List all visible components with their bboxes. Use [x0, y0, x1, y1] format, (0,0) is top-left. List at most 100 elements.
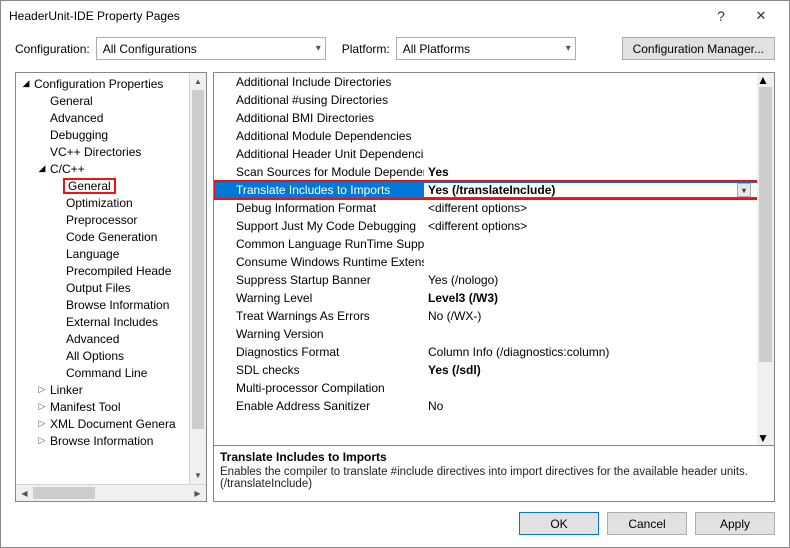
property-row[interactable]: Additional Header Unit Dependencies — [214, 145, 757, 163]
property-row[interactable]: Consume Windows Runtime Extension — [214, 253, 757, 271]
tree-item-label: Manifest Tool — [48, 400, 122, 414]
tree-item-label: Output Files — [64, 281, 133, 295]
property-row[interactable]: Diagnostics FormatColumn Info (/diagnost… — [214, 343, 757, 361]
help-button[interactable]: ? — [701, 8, 741, 24]
tree-item[interactable]: ◢C/C++ — [20, 160, 189, 177]
property-row[interactable]: Warning Version — [214, 325, 757, 343]
dropdown-icon[interactable]: ▾ — [737, 183, 751, 197]
property-row[interactable]: Additional #using Directories — [214, 91, 757, 109]
expand-icon[interactable]: ▷ — [36, 418, 48, 429]
description-text: Enables the compiler to translate #inclu… — [220, 466, 768, 490]
tree-vscrollbar[interactable]: ▲ ▼ — [189, 73, 206, 484]
expand-icon[interactable]: ▷ — [36, 435, 48, 446]
property-value[interactable]: Yes (/sdl) — [424, 363, 757, 377]
tree-item-label: Browse Information — [48, 434, 155, 448]
tree-item[interactable]: Optimization — [20, 194, 189, 211]
expand-icon[interactable]: ▷ — [36, 384, 48, 395]
scroll-left-icon[interactable]: ◀ — [16, 485, 33, 501]
property-row[interactable]: Enable Address SanitizerNo — [214, 397, 757, 415]
expand-icon[interactable]: ◢ — [20, 78, 32, 89]
tree-item-label: Debugging — [48, 128, 110, 142]
platform-combo[interactable]: All Platforms ▾ — [396, 37, 576, 60]
property-value[interactable]: No — [424, 399, 757, 413]
tree-item[interactable]: All Options — [20, 347, 189, 364]
tree-item[interactable]: Preprocessor — [20, 211, 189, 228]
chevron-down-icon: ▾ — [316, 43, 321, 54]
tree-item[interactable]: Precompiled Heade — [20, 262, 189, 279]
scroll-up-icon[interactable]: ▲ — [757, 73, 774, 87]
property-row[interactable]: Warning LevelLevel3 (/W3) — [214, 289, 757, 307]
tree-item[interactable]: VC++ Directories — [20, 143, 189, 160]
property-row[interactable]: Suppress Startup BannerYes (/nologo) — [214, 271, 757, 289]
property-value[interactable]: Level3 (/W3) — [424, 291, 757, 305]
tree-item[interactable]: ▷XML Document Genera — [20, 415, 189, 432]
tree-item[interactable]: General — [20, 92, 189, 109]
window-title: HeaderUnit-IDE Property Pages — [9, 9, 701, 23]
scroll-right-icon[interactable]: ▶ — [189, 485, 206, 501]
expand-icon[interactable]: ▷ — [36, 401, 48, 412]
property-row[interactable]: Additional Module Dependencies — [214, 127, 757, 145]
scroll-down-icon[interactable]: ▼ — [757, 431, 774, 445]
config-label: Configuration: — [15, 42, 90, 56]
tree-item[interactable]: Language — [20, 245, 189, 262]
scroll-down-icon[interactable]: ▼ — [190, 467, 206, 484]
config-manager-button[interactable]: Configuration Manager... — [622, 37, 775, 60]
property-row[interactable]: SDL checksYes (/sdl) — [214, 361, 757, 379]
ok-button[interactable]: OK — [519, 512, 599, 535]
property-row[interactable]: Scan Sources for Module DependenciesYes — [214, 163, 757, 181]
property-value[interactable]: <different options> — [424, 201, 757, 215]
property-name: Translate Includes to Imports — [214, 183, 424, 197]
property-name: Multi-processor Compilation — [214, 381, 424, 395]
property-row[interactable]: Additional Include Directories — [214, 73, 757, 91]
config-combo[interactable]: All Configurations ▾ — [96, 37, 326, 60]
tree-item-label: Language — [64, 247, 121, 261]
tree-item[interactable]: Output Files — [20, 279, 189, 296]
property-name: Common Language RunTime Support — [214, 237, 424, 251]
property-row[interactable]: Support Just My Code Debugging<different… — [214, 217, 757, 235]
grid-vscrollbar[interactable]: ▲ ▼ — [757, 73, 774, 445]
tree-item[interactable]: General — [20, 177, 189, 194]
scroll-thumb[interactable] — [192, 90, 204, 429]
property-value[interactable]: Yes — [424, 165, 757, 179]
platform-value: All Platforms — [403, 42, 470, 56]
apply-button[interactable]: Apply — [695, 512, 775, 535]
cancel-button[interactable]: Cancel — [607, 512, 687, 535]
tree-item[interactable]: Debugging — [20, 126, 189, 143]
chevron-down-icon: ▾ — [566, 43, 571, 54]
property-name: Treat Warnings As Errors — [214, 309, 424, 323]
property-value[interactable]: Yes (/translateInclude)▾ — [424, 183, 757, 197]
property-name: Warning Level — [214, 291, 424, 305]
tree-item-label: Command Line — [64, 366, 149, 380]
tree-item[interactable]: Browse Information — [20, 296, 189, 313]
property-row[interactable]: Debug Information Format<different optio… — [214, 199, 757, 217]
property-value[interactable]: Yes (/nologo) — [424, 273, 757, 287]
tree-item-label: VC++ Directories — [48, 145, 143, 159]
close-button[interactable]: ✕ — [741, 8, 781, 24]
tree-item[interactable]: Advanced — [20, 330, 189, 347]
property-name: Enable Address Sanitizer — [214, 399, 424, 413]
tree-item[interactable]: Code Generation — [20, 228, 189, 245]
property-value[interactable]: No (/WX-) — [424, 309, 757, 323]
tree-item[interactable]: External Includes — [20, 313, 189, 330]
property-value[interactable]: Column Info (/diagnostics:column) — [424, 345, 757, 359]
property-name: Diagnostics Format — [214, 345, 424, 359]
property-row[interactable]: Translate Includes to ImportsYes (/trans… — [214, 181, 757, 199]
tree-item[interactable]: ▷Browse Information — [20, 432, 189, 449]
scroll-thumb[interactable] — [33, 487, 95, 499]
tree-item[interactable]: Advanced — [20, 109, 189, 126]
property-row[interactable]: Common Language RunTime Support — [214, 235, 757, 253]
tree-item[interactable]: ▷Manifest Tool — [20, 398, 189, 415]
property-name: Support Just My Code Debugging — [214, 219, 424, 233]
tree-item-label: XML Document Genera — [48, 417, 178, 431]
scroll-thumb[interactable] — [759, 87, 772, 362]
expand-icon[interactable]: ◢ — [36, 163, 48, 174]
scroll-up-icon[interactable]: ▲ — [190, 73, 206, 90]
property-value[interactable]: <different options> — [424, 219, 757, 233]
property-row[interactable]: Additional BMI Directories — [214, 109, 757, 127]
property-row[interactable]: Multi-processor Compilation — [214, 379, 757, 397]
tree-item[interactable]: Command Line — [20, 364, 189, 381]
property-row[interactable]: Treat Warnings As ErrorsNo (/WX-) — [214, 307, 757, 325]
tree-item[interactable]: ▷Linker — [20, 381, 189, 398]
tree-item[interactable]: ◢Configuration Properties — [20, 75, 189, 92]
tree-hscrollbar[interactable]: ◀ ▶ — [16, 484, 206, 501]
